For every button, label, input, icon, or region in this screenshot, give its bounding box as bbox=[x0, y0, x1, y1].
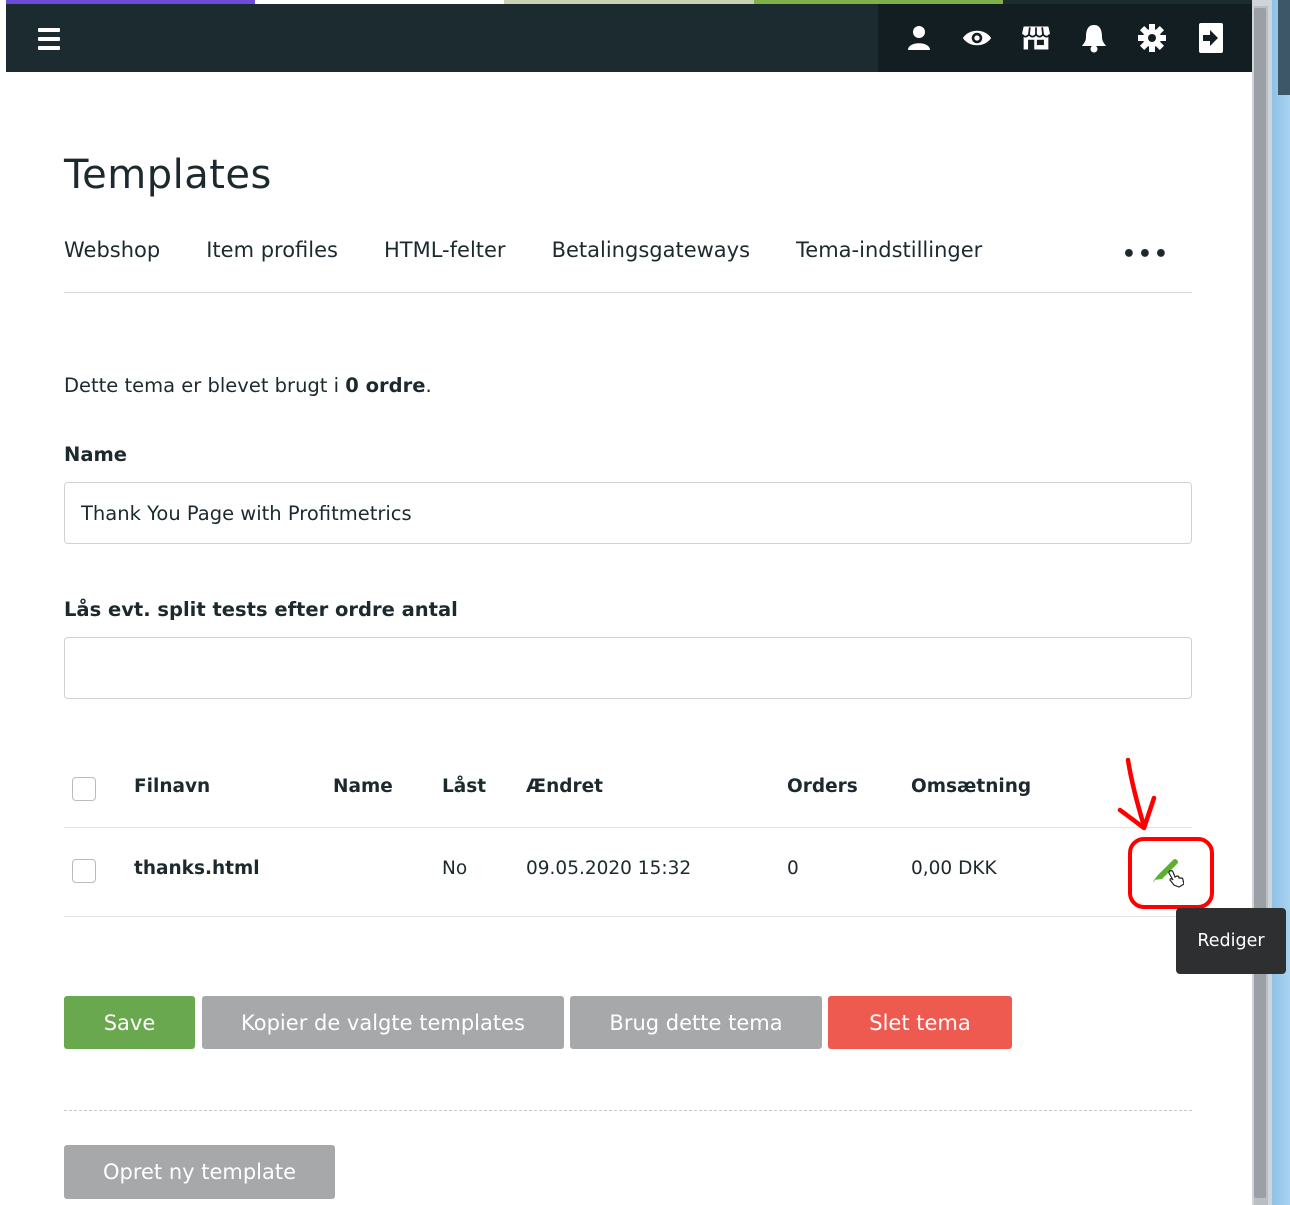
delete-theme-button[interactable]: Slet tema bbox=[828, 996, 1012, 1049]
column-header-filnavn[interactable]: Filnavn bbox=[134, 776, 210, 797]
row-checkbox[interactable] bbox=[72, 859, 96, 883]
cell-filnavn[interactable]: thanks.html bbox=[134, 858, 260, 879]
column-header-orders[interactable]: Orders bbox=[787, 776, 858, 797]
hamburger-icon[interactable] bbox=[34, 26, 66, 52]
window-scrollbar[interactable] bbox=[1252, 0, 1290, 1205]
more-tabs-menu[interactable]: ••• bbox=[1122, 242, 1170, 267]
tab-item-profiles[interactable]: Item profiles bbox=[206, 238, 338, 262]
top-navigation-bar bbox=[6, 4, 1252, 72]
tab-betalingsgateways[interactable]: Betalingsgateways bbox=[552, 238, 750, 262]
use-theme-button[interactable]: Brug dette tema bbox=[570, 996, 822, 1049]
cell-orders: 0 bbox=[787, 858, 799, 879]
column-header-aendret[interactable]: Ændret bbox=[526, 776, 603, 797]
name-field[interactable] bbox=[64, 482, 1192, 544]
tab-html-felter[interactable]: HTML-felter bbox=[384, 238, 506, 262]
scrollbar-thumb[interactable] bbox=[1254, 8, 1266, 1198]
annotation-highlight-circle bbox=[1128, 837, 1214, 909]
usage-suffix: . bbox=[425, 374, 432, 397]
table-header-row: Filnavn Name Låst Ændret Orders Omsætnin… bbox=[64, 756, 1192, 828]
tab-bar: Webshop Item profiles HTML-felter Betali… bbox=[64, 238, 1192, 293]
topbar-icon-group bbox=[878, 4, 1252, 72]
tab-webshop[interactable]: Webshop bbox=[64, 238, 160, 262]
lock-split-tests-label: Lås evt. split tests efter ordre antal bbox=[64, 598, 458, 621]
eye-icon[interactable] bbox=[962, 23, 992, 53]
save-button[interactable]: Save bbox=[64, 996, 195, 1049]
logout-icon[interactable] bbox=[1196, 23, 1226, 53]
table-row: thanks.html No 09.05.2020 15:32 0 0,00 D… bbox=[64, 828, 1192, 917]
bell-icon[interactable] bbox=[1079, 23, 1109, 53]
cell-omsaetning: 0,00 DKK bbox=[911, 858, 997, 879]
gear-icon[interactable] bbox=[1137, 23, 1167, 53]
select-all-checkbox[interactable] bbox=[72, 777, 96, 801]
section-divider bbox=[64, 1110, 1192, 1111]
usage-count: 0 ordre bbox=[345, 374, 426, 397]
templates-table: Filnavn Name Låst Ændret Orders Omsætnin… bbox=[64, 756, 1192, 917]
annotation-arrow bbox=[1117, 757, 1157, 831]
store-icon[interactable] bbox=[1021, 23, 1051, 53]
page-title: Templates bbox=[64, 152, 272, 198]
cell-laast: No bbox=[442, 858, 468, 879]
edit-tooltip: Rediger bbox=[1176, 908, 1286, 974]
name-label: Name bbox=[64, 443, 128, 466]
copy-templates-button[interactable]: Kopier de valgte templates bbox=[202, 996, 564, 1049]
side-panel-edge bbox=[1278, 0, 1290, 95]
column-header-name[interactable]: Name bbox=[333, 776, 393, 797]
column-header-laast[interactable]: Låst bbox=[442, 776, 486, 797]
user-icon[interactable] bbox=[904, 23, 934, 53]
cell-aendret: 09.05.2020 15:32 bbox=[526, 858, 692, 879]
tab-tema-indstillinger[interactable]: Tema-indstillinger bbox=[796, 238, 982, 262]
usage-prefix: Dette tema er blevet brugt i bbox=[64, 374, 346, 397]
create-template-button[interactable]: Opret ny template bbox=[64, 1145, 335, 1199]
usage-info: Dette tema er blevet brugt i 0 ordre. bbox=[64, 374, 432, 397]
lock-split-tests-field[interactable] bbox=[64, 637, 1192, 699]
column-header-omsaetning[interactable]: Omsætning bbox=[911, 776, 1031, 797]
